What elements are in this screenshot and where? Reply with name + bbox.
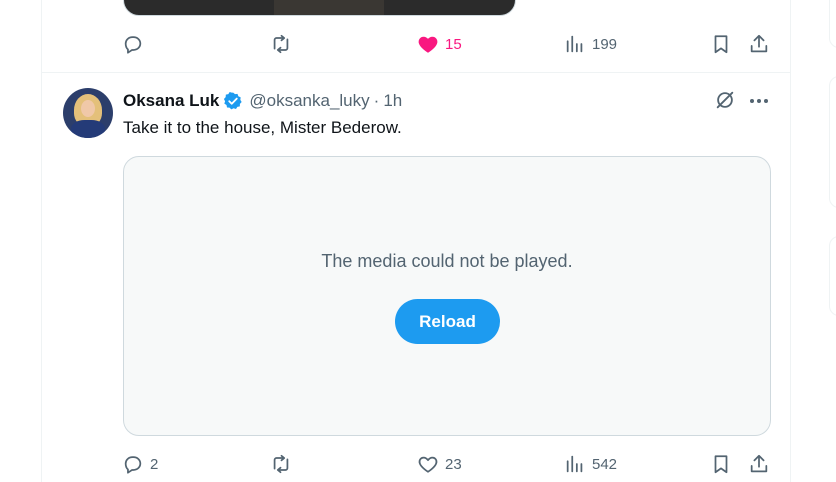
author-name[interactable]: Oksana Luk: [123, 91, 219, 111]
bookmark-icon: [714, 455, 728, 474]
reply-count: 2: [150, 455, 159, 473]
tweet-header: Oksana Luk @oksanka_luky · 1h: [123, 90, 402, 112]
repost-button[interactable]: [270, 32, 292, 56]
views-button[interactable]: 542: [564, 452, 617, 476]
heart-icon: [418, 456, 438, 473]
share-button[interactable]: [748, 452, 770, 476]
reply-icon: [124, 36, 142, 54]
views-chart-icon: [566, 455, 583, 473]
reply-icon: [124, 456, 142, 474]
views-chart-icon: [566, 35, 583, 53]
repost-icon: [273, 454, 289, 474]
views-button[interactable]: 199: [564, 32, 617, 56]
view-count: 542: [592, 455, 618, 473]
bookmark-button[interactable]: [710, 32, 732, 56]
reload-button[interactable]: Reload: [395, 299, 500, 344]
meta-separator: ·: [373, 91, 380, 110]
view-count: 199: [592, 35, 618, 53]
like-count: 23: [445, 455, 462, 473]
author-handle[interactable]: @oksanka_luky: [249, 91, 369, 111]
share-icon: [750, 454, 768, 473]
heart-filled-icon: [418, 36, 438, 53]
tweet-text: Take it to the house, Mister Bederow.: [123, 118, 402, 137]
like-button[interactable]: 15: [417, 32, 462, 56]
repost-button[interactable]: [270, 452, 292, 476]
tweet-divider: [42, 72, 790, 73]
more-options-icon[interactable]: [748, 90, 770, 112]
previous-tweet-actions: 15 199: [122, 32, 768, 56]
like-count: 15: [445, 35, 462, 53]
bookmark-button[interactable]: [710, 452, 732, 476]
media-error-message: The media could not be played.: [321, 251, 573, 271]
tweet-actions: 2 23 542: [122, 452, 768, 476]
bookmark-icon: [714, 35, 728, 54]
timeline-column: 15 199 Oksana Luk @oksanka_luky · 1h Tak…: [41, 0, 791, 482]
reply-button[interactable]: 2: [122, 452, 158, 476]
repost-icon: [273, 34, 289, 54]
share-icon: [750, 34, 768, 53]
grok-icon[interactable]: [714, 89, 736, 111]
verified-badge-icon: [224, 92, 243, 110]
like-button[interactable]: 23: [417, 452, 462, 476]
tweet-timestamp[interactable]: 1h: [383, 91, 402, 111]
sidebar-card: [829, 0, 836, 48]
media-player[interactable]: The media could not be played. Reload: [123, 156, 771, 436]
reply-button[interactable]: [122, 32, 144, 56]
previous-tweet-media[interactable]: [123, 0, 516, 16]
avatar[interactable]: [63, 88, 113, 138]
sidebar-card: [829, 76, 836, 208]
share-button[interactable]: [748, 32, 770, 56]
sidebar-card: [829, 236, 836, 316]
